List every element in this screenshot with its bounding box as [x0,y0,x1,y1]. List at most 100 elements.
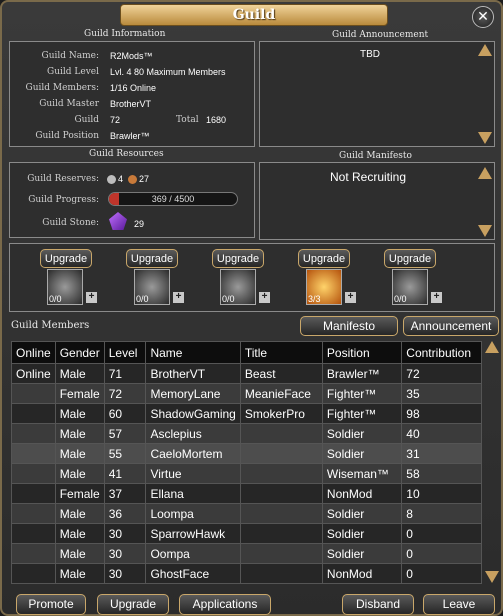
guild-skills-panel: Upgrade 0/0 + Upgrade 0/0 + Upgrade 0/0 … [9,243,495,312]
table-cell: 30 [103,563,147,584]
table-cell [239,443,323,464]
table-row[interactable]: Male 30 Oompa Soldier 0 [11,543,482,564]
table-cell: Online [11,363,56,384]
members-scrollbar[interactable] [485,341,499,583]
column-header[interactable]: Gender [54,341,105,364]
shadow-skill-icon[interactable]: 0/0 [134,269,170,305]
table-row[interactable]: Female 37 Ellana NonMod 10 [11,483,482,504]
scroll-up-icon[interactable] [485,341,499,353]
announcement-button[interactable]: Announcement [403,316,499,336]
total-value: 1680 [206,115,227,125]
guild-name-label: Guild Name: [41,51,100,61]
table-cell: Female [54,383,105,404]
reserves-label: Guild Reserves: [27,174,99,184]
scroll-down-icon[interactable] [478,132,492,144]
disband-button[interactable]: Disband [342,594,414,615]
guild-level-value: Lvl. 4 80 Maximum Members [110,67,226,77]
table-row[interactable]: Male 41 Virtue Wiseman™ 58 [11,463,482,484]
window-title: Guild [120,4,388,26]
column-header[interactable]: Contribution [401,341,482,364]
stone-label: Guild Stone: [42,218,99,228]
manifesto-text: Not Recruiting [330,170,407,184]
table-cell: 71 [103,363,147,384]
guild-members-value: 1/16 Online [110,83,157,93]
table-cell: Soldier [321,543,403,564]
table-cell: 58 [401,463,482,484]
scroll-up-icon[interactable] [478,44,492,56]
table-cell: Male [54,503,105,524]
bronze-coin-icon [128,175,137,184]
table-header-row: Online Gender Level Name Title Position … [11,341,482,364]
table-row[interactable]: Female 72 MemoryLane MeanieFace Fighter™ 35 [11,383,482,404]
plus-icon[interactable]: + [86,292,97,303]
table-cell: Fighter™ [321,403,403,424]
table-row[interactable]: Male 36 Loompa Soldier 8 [11,503,482,524]
progress-text: 369 / 4500 [151,194,195,204]
scroll-down-icon[interactable] [485,571,499,583]
column-header[interactable]: Online [11,341,56,364]
table-row[interactable]: Online Male 71 BrotherVT Beast Brawler™ 72 [11,363,482,384]
table-cell: Virtue [145,463,241,484]
heal-skill-icon[interactable]: 3/3 [306,269,342,305]
column-header[interactable]: Level [103,341,147,364]
upgrade-button[interactable]: Upgrade [97,594,169,615]
progress-bar: 369 / 4500 [108,192,238,206]
shield-skill-icon[interactable]: 0/0 [220,269,256,305]
members-title: Guild Members [11,320,90,331]
total-label: Total [176,115,199,125]
guild-points-value: 72 [110,115,121,125]
leave-button[interactable]: Leave [423,594,495,615]
skill-upgrade-button-5[interactable]: Upgrade [384,249,436,268]
table-cell [239,423,323,444]
column-header[interactable]: Position [321,341,403,364]
scroll-down-icon[interactable] [478,225,492,237]
scroll-up-icon[interactable] [478,167,492,179]
plus-icon[interactable]: + [259,292,270,303]
announcement-scrollbar[interactable] [478,44,492,144]
guild-resources-panel: Guild Reserves: 4 27 Guild Progress: 369… [9,162,255,238]
table-row[interactable]: Male 57 Asclepius Soldier 40 [11,423,482,444]
promote-button[interactable]: Promote [16,594,86,615]
close-icon[interactable]: ✕ [472,6,494,28]
skill-level: 0/0 [394,294,407,304]
vortex-skill-icon[interactable]: 0/0 [392,269,428,305]
skill-upgrade-button-3[interactable]: Upgrade [212,249,264,268]
table-cell: Soldier [321,523,403,544]
table-row[interactable]: Male 55 CaeloMortem Soldier 31 [11,443,482,464]
guild-master-value: BrotherVT [110,99,152,109]
section-title-manifesto: Guild Manifesto [339,151,412,161]
manifesto-scrollbar[interactable] [478,167,492,237]
table-cell [11,503,56,524]
table-cell: NonMod [321,563,403,584]
table-cell: Oompa [145,543,241,564]
skill-upgrade-button-4[interactable]: Upgrade [298,249,350,268]
applications-button[interactable]: Applications [179,594,271,615]
table-row[interactable]: Male 60 ShadowGaming SmokerPro Fighter™ 98 [11,403,482,424]
armor-skill-icon[interactable]: 0/0 [47,269,83,305]
plus-icon[interactable]: + [173,292,184,303]
table-cell: 41 [103,463,147,484]
plus-icon[interactable]: + [431,292,442,303]
table-cell: Soldier [321,443,403,464]
manifesto-button[interactable]: Manifesto [300,316,398,336]
table-cell [11,483,56,504]
table-cell: 35 [401,383,482,404]
plus-icon[interactable]: + [345,292,356,303]
announcement-text: TBD [360,49,380,60]
table-row[interactable]: Male 30 SparrowHawk Soldier 0 [11,523,482,544]
table-cell: ShadowGaming [145,403,241,424]
skill-upgrade-button-1[interactable]: Upgrade [40,249,92,268]
table-row[interactable]: Male 30 GhostFace NonMod 0 [11,563,482,584]
table-cell [239,543,323,564]
table-cell: Male [54,563,105,584]
table-cell [239,523,323,544]
table-cell: GhostFace [145,563,241,584]
table-cell [239,563,323,584]
table-cell: 0 [401,543,482,564]
column-header[interactable]: Title [239,341,323,364]
table-cell: MemoryLane [145,383,241,404]
section-title-info: Guild Information [84,29,166,39]
skill-level: 3/3 [308,294,321,304]
skill-upgrade-button-2[interactable]: Upgrade [126,249,178,268]
column-header[interactable]: Name [145,341,241,364]
